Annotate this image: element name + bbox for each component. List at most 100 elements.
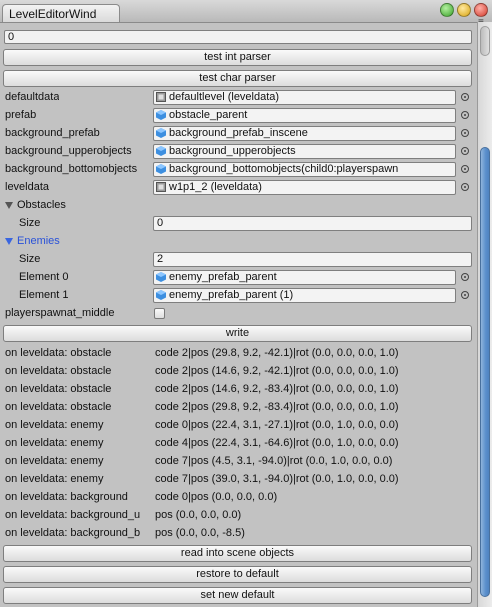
object-field-value: defaultlevel (leveldata) [169, 91, 280, 103]
log-source: on leveldata: background_u [5, 509, 141, 521]
prefab-cube-icon [156, 164, 166, 174]
object-picker-icon[interactable] [461, 93, 469, 101]
log-source: on leveldata: obstacle [5, 365, 112, 377]
field-label: background_bottomobjects [5, 163, 138, 175]
log-detail: code 2|pos (29.8, 9.2, -42.1)|rot (0.0, … [155, 347, 399, 359]
object-picker-icon[interactable] [461, 291, 469, 299]
test-char-parser-button[interactable]: test char parser [3, 70, 472, 87]
field-label: background_prefab [5, 127, 100, 139]
playerspawn-checkbox[interactable] [154, 308, 165, 319]
element-label: Element 1 [19, 289, 69, 301]
field-row: background_bottomobjects background_botto… [0, 161, 476, 179]
object-picker-icon[interactable] [461, 165, 469, 173]
asset-icon [156, 182, 166, 192]
log-detail: code 2|pos (29.8, 9.2, -83.4)|rot (0.0, … [155, 401, 399, 413]
obstacles-foldout[interactable]: Obstacles [0, 197, 476, 215]
log-detail: code 4|pos (22.4, 3.1, -64.6)|rot (0.0, … [155, 437, 399, 449]
field-label: background_upperobjects [5, 145, 132, 157]
log-row: on leveldata: obstacle code 2|pos (29.8, … [0, 345, 476, 363]
title-bar: LevelEditorWind ≡ [0, 0, 492, 28]
scrollbar-thumb[interactable] [480, 147, 490, 597]
log-source: on leveldata: obstacle [5, 401, 112, 413]
prefab-cube-icon [156, 146, 166, 156]
log-row: on leveldata: enemy code 7|pos (4.5, 3.1,… [0, 453, 476, 471]
write-button[interactable]: write [3, 325, 472, 342]
prefab-cube-icon [156, 272, 166, 282]
top-value-row: 0 [0, 28, 476, 46]
object-picker-icon[interactable] [461, 129, 469, 137]
close-button[interactable] [474, 3, 488, 17]
enemies-foldout[interactable]: Enemies [0, 233, 476, 251]
element-1-value: enemy_prefab_parent (1) [169, 289, 294, 301]
log-detail: code 7|pos (39.0, 3.1, -94.0)|rot (0.0, … [155, 473, 399, 485]
playerspawn-label: playerspawnat_middle [5, 307, 115, 319]
field-row: defaultdata defaultlevel (leveldata) [0, 89, 476, 107]
log-source: on leveldata: enemy [5, 437, 104, 449]
prefab-cube-icon [156, 290, 166, 300]
log-row: on leveldata: background_b pos (0.0, 0.0,… [0, 525, 476, 543]
log-source: on leveldata: enemy [5, 473, 104, 485]
element-1-object-field[interactable]: enemy_prefab_parent (1) [153, 288, 456, 303]
log-detail: code 2|pos (14.6, 9.2, -83.4)|rot (0.0, … [155, 383, 399, 395]
element-label: Element 0 [19, 271, 69, 283]
log-detail: code 2|pos (14.6, 9.2, -42.1)|rot (0.0, … [155, 365, 399, 377]
field-row: leveldata w1p1_2 (leveldata) [0, 179, 476, 197]
restore-default-button[interactable]: restore to default [3, 566, 472, 583]
log-detail: code 0|pos (0.0, 0.0, 0.0) [155, 491, 278, 503]
playerspawn-row: playerspawnat_middle [0, 305, 476, 323]
log-source: on leveldata: obstacle [5, 383, 112, 395]
read-into-scene-button[interactable]: read into scene objects [3, 545, 472, 562]
element-0-object-field[interactable]: enemy_prefab_parent [153, 270, 456, 285]
object-field[interactable]: w1p1_2 (leveldata) [153, 180, 456, 195]
log-row: on leveldata: obstacle code 2|pos (14.6, … [0, 381, 476, 399]
log-source: on leveldata: background [5, 491, 128, 503]
log-detail: pos (0.0, 0.0, -8.5) [155, 527, 245, 539]
foldout-arrow-icon [5, 202, 13, 209]
log-row: on leveldata: background_u pos (0.0, 0.0,… [0, 507, 476, 525]
field-label: defaultdata [5, 91, 60, 103]
prefab-cube-icon [156, 110, 166, 120]
log-detail: code 7|pos (4.5, 3.1, -94.0)|rot (0.0, 1… [155, 455, 393, 467]
window-controls [440, 3, 488, 17]
object-picker-icon[interactable] [461, 111, 469, 119]
log-row: on leveldata: enemy code 0|pos (22.4, 3.1… [0, 417, 476, 435]
obstacles-label: Obstacles [17, 199, 66, 211]
element-0-value: enemy_prefab_parent [169, 271, 277, 283]
enemies-size-label: Size [19, 253, 41, 265]
log-row: on leveldata: enemy code 4|pos (22.4, 3.1… [0, 435, 476, 453]
log-row: on leveldata: background code 0|pos (0.0,… [0, 489, 476, 507]
enemies-element-1-row: Element 1 enemy_prefab_parent (1) [0, 287, 476, 305]
object-field[interactable]: obstacle_parent [153, 108, 456, 123]
enemies-element-0-row: Element 0 enemy_prefab_parent [0, 269, 476, 287]
object-field-value: background_upperobjects [169, 145, 296, 157]
top-int-field[interactable]: 0 [4, 30, 472, 44]
object-field[interactable]: background_bottomobjects(child0:playersp… [153, 162, 456, 177]
log-source: on leveldata: background_b [5, 527, 141, 539]
enemies-size-row: Size 2 [0, 251, 476, 269]
scrollbar-track-cap [480, 26, 490, 56]
log-source: on leveldata: enemy [5, 419, 104, 431]
obstacles-size-row: Size 0 [0, 215, 476, 233]
object-field-value: w1p1_2 (leveldata) [169, 181, 262, 193]
object-field[interactable]: defaultlevel (leveldata) [153, 90, 456, 105]
log-source: on leveldata: enemy [5, 455, 104, 467]
set-new-default-button[interactable]: set new default [3, 587, 472, 604]
maximize-button[interactable] [440, 3, 454, 17]
object-field[interactable]: background_prefab_inscene [153, 126, 456, 141]
field-label: prefab [5, 109, 37, 121]
asset-icon [156, 92, 166, 102]
field-row: background_prefab background_prefab_insce… [0, 125, 476, 143]
object-field-value: background_prefab_inscene [169, 127, 308, 139]
vertical-scrollbar[interactable] [477, 22, 492, 607]
object-field[interactable]: background_upperobjects [153, 144, 456, 159]
field-row: background_upperobjects background_uppero… [0, 143, 476, 161]
minimize-button[interactable] [457, 3, 471, 17]
obstacles-size-field[interactable]: 0 [153, 216, 472, 231]
enemies-size-field[interactable]: 2 [153, 252, 472, 267]
log-detail: pos (0.0, 0.0, 0.0) [155, 509, 242, 521]
object-picker-icon[interactable] [461, 147, 469, 155]
object-picker-icon[interactable] [461, 183, 469, 191]
test-int-parser-button[interactable]: test int parser [3, 49, 472, 66]
object-picker-icon[interactable] [461, 273, 469, 281]
window-tab[interactable]: LevelEditorWind [2, 4, 120, 22]
